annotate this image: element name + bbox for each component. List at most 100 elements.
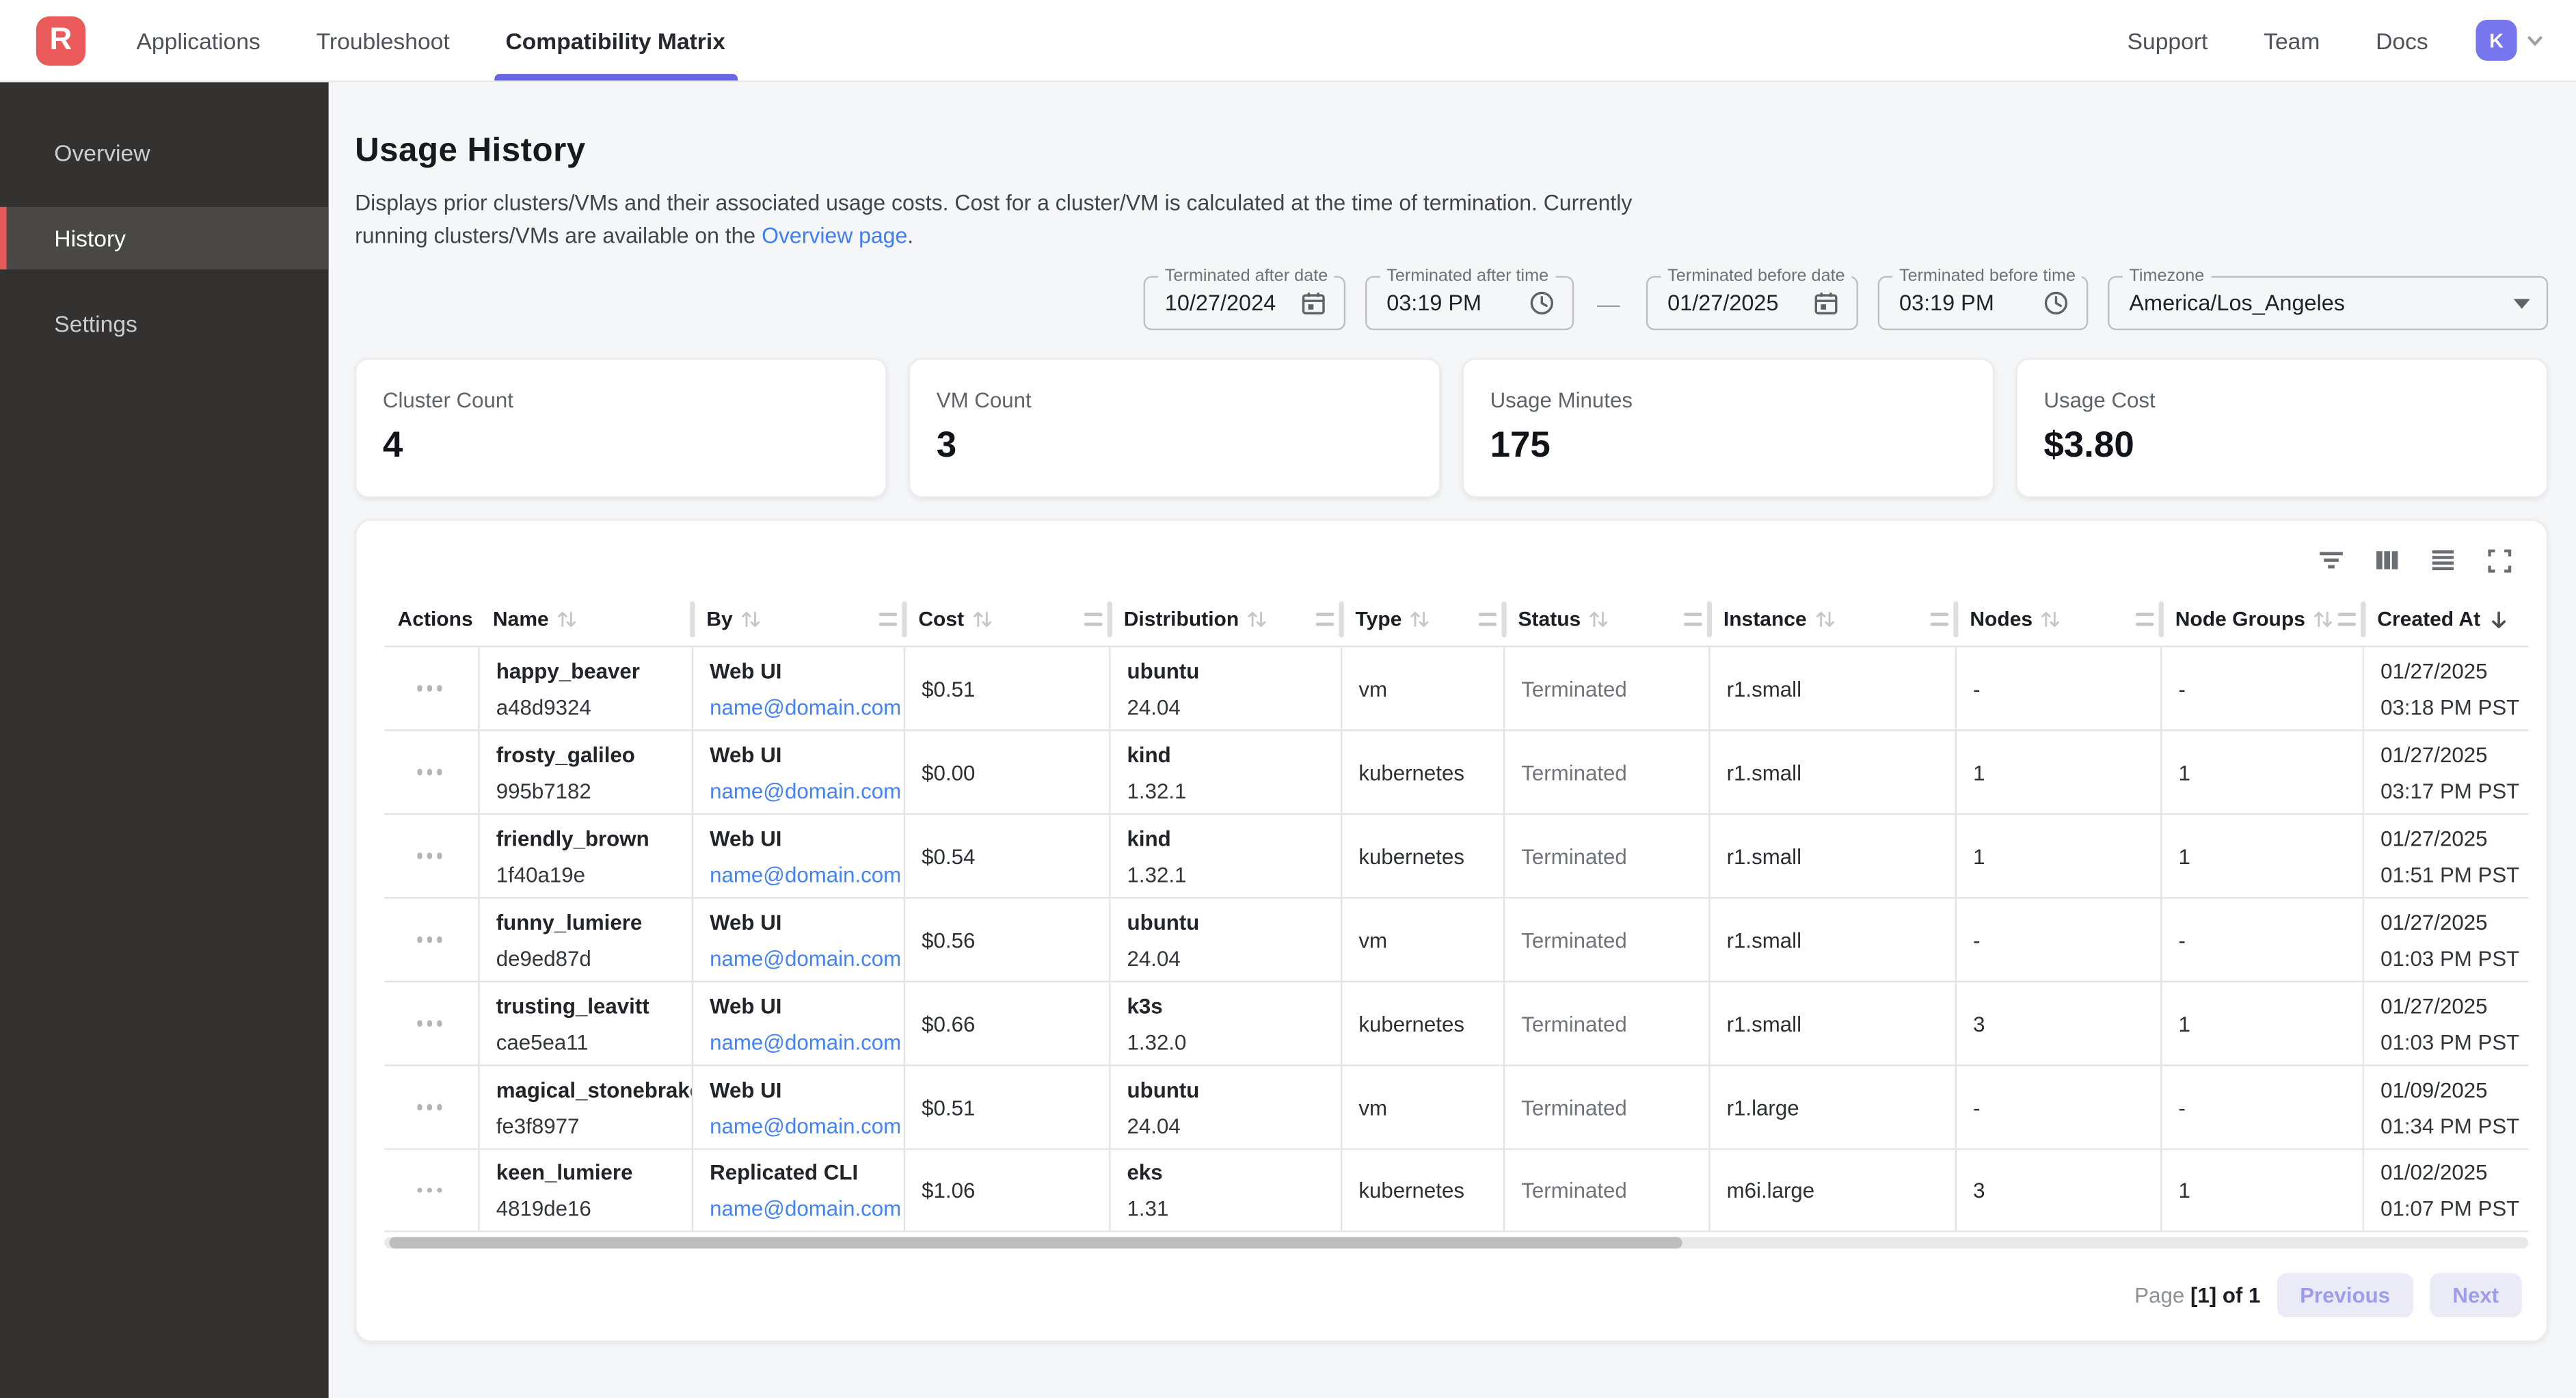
distribution-version: 1.32.1 (1127, 861, 1324, 886)
density-icon[interactable] (2426, 543, 2459, 576)
status-badge: Terminated (1521, 928, 1692, 952)
clock-icon[interactable] (1512, 289, 1556, 317)
row-actions-button[interactable] (414, 679, 446, 697)
field-label: Terminated before date (1661, 266, 1852, 286)
column-label: By (706, 608, 732, 631)
sidebar-item-history[interactable]: History (0, 207, 329, 269)
column-header-name[interactable]: Name (480, 593, 693, 646)
column-header-nodes[interactable]: Nodes (1957, 593, 2162, 646)
cell-by: Web UI name@domain.com (693, 982, 905, 1064)
cell-type: vm (1342, 647, 1505, 729)
cell-actions (384, 1066, 479, 1148)
cluster-id: a48d9324 (496, 694, 675, 718)
terminated-before-time-field[interactable]: Terminated before time 03:19 PM (1878, 276, 2089, 330)
cell-node-groups: 1 (2162, 982, 2364, 1064)
created-by-source: Web UI (710, 993, 887, 1019)
tab-troubleshoot[interactable]: Troubleshoot (289, 0, 478, 81)
row-actions-button[interactable] (414, 763, 446, 781)
created-by-email-link[interactable]: name@domain.com (710, 694, 887, 718)
nav-right: Support Team Docs K (2099, 20, 2576, 61)
cell-created-at: 01/02/202501:07 PM PST (2364, 1150, 2528, 1231)
cell-created-at: 01/27/202501:03 PM PST (2364, 982, 2528, 1064)
column-header-distribution[interactable]: Distribution (1110, 593, 1342, 646)
terminated-after-date-field[interactable]: Terminated after date 10/27/2024 (1144, 276, 1346, 330)
cell-node-groups: 1 (2162, 815, 2364, 897)
row-actions-button[interactable] (414, 930, 446, 949)
calendar-icon[interactable] (1283, 289, 1328, 317)
created-time: 03:17 PM PST (2380, 778, 2512, 803)
terminated-before-date-field[interactable]: Terminated before date 01/27/2025 (1646, 276, 1858, 330)
account-menu-button[interactable]: K (2476, 20, 2543, 61)
column-resize-handle[interactable] (1084, 613, 1102, 626)
row-actions-button[interactable] (414, 1014, 446, 1032)
created-by-source: Web UI (710, 1077, 887, 1103)
tab-applications[interactable]: Applications (109, 0, 289, 81)
created-by-email-link[interactable]: name@domain.com (710, 1196, 887, 1220)
horizontal-scrollbar[interactable] (384, 1237, 2528, 1249)
column-header-by[interactable]: By (693, 593, 905, 646)
previous-page-button[interactable]: Previous (2277, 1273, 2413, 1317)
column-resize-handle[interactable] (1316, 613, 1334, 626)
clock-icon[interactable] (2026, 289, 2070, 317)
status-badge: Terminated (1521, 1095, 1692, 1120)
column-resize-handle[interactable] (2136, 613, 2154, 626)
columns-icon[interactable] (2371, 543, 2404, 576)
stat-card-cluster-count: Cluster Count 4 (355, 358, 887, 498)
overview-page-link[interactable]: Overview page (762, 224, 907, 248)
column-header-created-at[interactable]: Created At (2364, 593, 2528, 646)
cell-created-at: 01/27/202503:17 PM PST (2364, 731, 2528, 813)
column-resize-handle[interactable] (2338, 613, 2356, 626)
column-header-status[interactable]: Status (1505, 593, 1710, 646)
tab-compatibility-matrix[interactable]: Compatibility Matrix (478, 0, 753, 81)
created-by-email-link[interactable]: name@domain.com (710, 1113, 887, 1138)
column-header-type[interactable]: Type (1342, 593, 1505, 646)
cell-actions (384, 1150, 479, 1231)
node-groups-value: 1 (2179, 760, 2346, 784)
next-page-button[interactable]: Next (2430, 1273, 2522, 1317)
column-header-instance[interactable]: Instance (1710, 593, 1957, 646)
table-row: friendly_brown1f40a19eWeb UIname@domain.… (384, 814, 2528, 898)
replicated-logo[interactable]: R (36, 16, 85, 65)
terminated-after-time-field[interactable]: Terminated after time 03:19 PM (1365, 276, 1574, 330)
nav-link-team[interactable]: Team (2236, 27, 2348, 53)
row-actions-button[interactable] (414, 1181, 446, 1199)
nav-link-support[interactable]: Support (2099, 27, 2236, 53)
cluster-name: friendly_brown (496, 826, 675, 852)
column-header-node-groups[interactable]: Node Groups (2162, 593, 2364, 646)
table-header-row: ActionsNameByCostDistributionTypeStatusI… (384, 593, 2528, 646)
column-resize-handle[interactable] (1931, 613, 1948, 626)
fullscreen-icon[interactable] (2482, 543, 2515, 576)
column-header-cost[interactable]: Cost (905, 593, 1110, 646)
column-label: Cost (918, 608, 964, 631)
sidebar: Overview History Settings (0, 82, 329, 1398)
column-resize-handle[interactable] (1479, 613, 1497, 626)
created-by-email-link[interactable]: name@domain.com (710, 861, 887, 886)
row-actions-button[interactable] (414, 846, 446, 865)
status-badge: Terminated (1521, 676, 1692, 701)
instance-value: r1.small (1727, 676, 1939, 701)
created-by-email-link[interactable]: name@domain.com (710, 778, 887, 803)
distribution-name: ubuntu (1127, 658, 1324, 684)
calendar-icon[interactable] (1796, 289, 1840, 317)
cell-created-at: 01/27/202501:03 PM PST (2364, 898, 2528, 980)
field-label: Terminated after date (1158, 266, 1334, 286)
row-actions-button[interactable] (414, 1098, 446, 1116)
range-separator: — (1590, 290, 1626, 316)
sort-icon (1410, 610, 1430, 630)
nav-link-docs[interactable]: Docs (2348, 27, 2456, 53)
column-resize-handle[interactable] (879, 613, 897, 626)
cell-cost: $1.06 (905, 1150, 1110, 1231)
filter-icon[interactable] (2315, 543, 2348, 576)
sort-icon (741, 610, 761, 630)
timezone-select[interactable]: Timezone America/Los_Angeles (2108, 276, 2548, 330)
column-resize-handle[interactable] (1684, 613, 1702, 626)
created-by-email-link[interactable]: name@domain.com (710, 1030, 887, 1054)
sidebar-item-settings[interactable]: Settings (0, 293, 329, 355)
created-by-email-link[interactable]: name@domain.com (710, 945, 887, 970)
table-body: happy_beavera48d9324Web UIname@domain.co… (384, 645, 2528, 1232)
stat-value: 3 (937, 424, 1413, 466)
sidebar-item-overview[interactable]: Overview (0, 122, 329, 184)
cell-status: Terminated (1505, 898, 1710, 980)
scrollbar-thumb[interactable] (390, 1237, 1682, 1249)
cell-actions (384, 647, 479, 729)
